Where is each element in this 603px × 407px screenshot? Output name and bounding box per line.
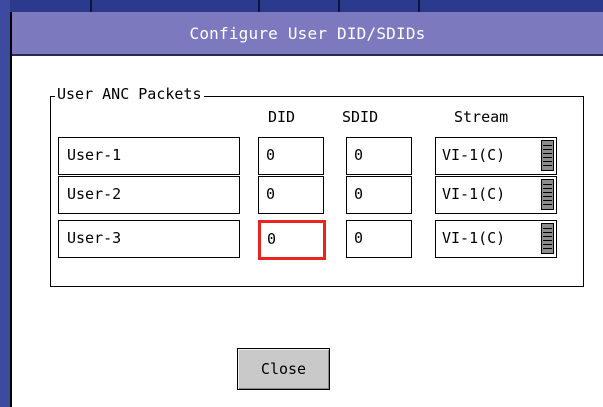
user-1-name-field[interactable]: User-1: [58, 137, 240, 175]
dropdown-grip-icon[interactable]: [541, 179, 554, 210]
column-header-stream: Stream: [454, 108, 509, 126]
background-window-edge: [0, 0, 10, 407]
background-divider: [418, 0, 420, 12]
column-header-did: DID: [268, 108, 296, 126]
column-header-sdid: SDID: [342, 108, 379, 126]
user-2-did-field[interactable]: 0: [258, 176, 324, 214]
user-1-stream-select[interactable]: VI-1(C): [435, 137, 557, 175]
dropdown-grip-icon[interactable]: [541, 140, 554, 171]
background-window-strip: [0, 0, 603, 12]
user-3-stream-value: VI-1(C): [442, 229, 506, 247]
user-3-did-field[interactable]: 0: [258, 220, 326, 260]
user-1-sdid-field[interactable]: 0: [346, 137, 412, 175]
dialog-title: Configure User DID/SDIDs: [12, 12, 603, 56]
configure-user-did-dialog: Configure User DID/SDIDs User ANC Packet…: [10, 12, 603, 407]
user-2-stream-value: VI-1(C): [442, 185, 506, 203]
user-2-name-field[interactable]: User-2: [58, 176, 240, 214]
background-divider: [258, 0, 260, 12]
user-2-stream-select[interactable]: VI-1(C): [435, 176, 557, 214]
user-1-did-field[interactable]: 0: [258, 137, 324, 175]
user-2-sdid-field[interactable]: 0: [346, 176, 412, 214]
user-1-stream-value: VI-1(C): [442, 146, 506, 164]
close-button[interactable]: Close: [237, 348, 330, 390]
user-3-stream-select[interactable]: VI-1(C): [435, 220, 557, 258]
background-divider: [90, 0, 92, 12]
dropdown-grip-icon[interactable]: [541, 223, 554, 254]
user-3-name-field[interactable]: User-3: [58, 220, 240, 258]
group-label: User ANC Packets: [55, 85, 204, 103]
user-3-sdid-field[interactable]: 0: [346, 220, 412, 258]
background-divider: [338, 0, 340, 12]
